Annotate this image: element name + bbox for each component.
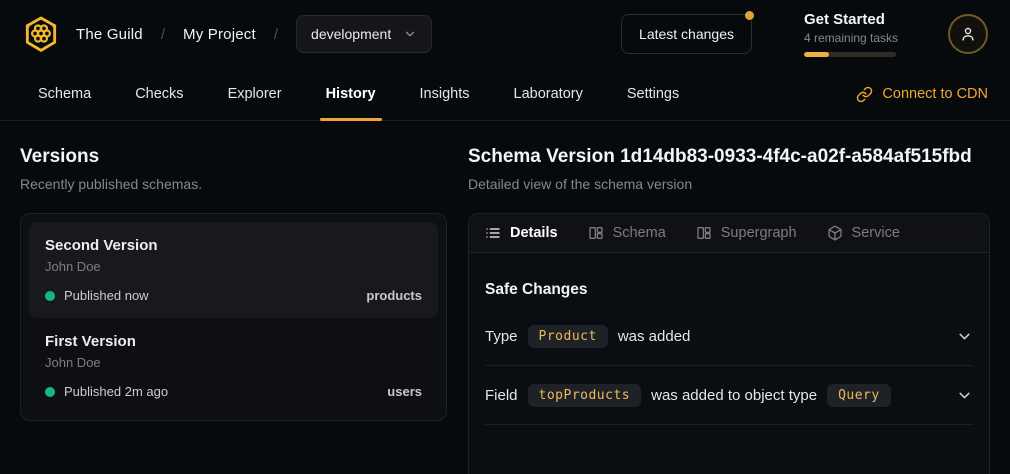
change-row[interactable]: Type Product was added — [485, 307, 973, 366]
main-content: Versions Recently published schemas. Sec… — [0, 121, 1010, 474]
link-icon — [856, 86, 873, 103]
published-status-text: Published now — [64, 288, 149, 303]
versions-panel: Versions Recently published schemas. Sec… — [20, 121, 447, 474]
detail-tab-supergraph[interactable]: Supergraph — [696, 225, 797, 241]
detail-tab-label: Service — [852, 225, 900, 241]
version-meta-row: Published now products — [45, 288, 422, 303]
tab-laboratory[interactable]: Laboratory — [498, 68, 599, 120]
version-author: John Doe — [45, 355, 422, 370]
breadcrumb-project[interactable]: My Project — [183, 26, 256, 43]
breadcrumb-org[interactable]: The Guild — [76, 26, 143, 43]
version-author: John Doe — [45, 259, 422, 274]
change-code: Query — [827, 384, 891, 407]
hive-logo-icon[interactable] — [22, 15, 60, 53]
change-code: topProducts — [528, 384, 642, 407]
change-prefix: Field — [485, 387, 518, 404]
get-started-subtitle: 4 remaining tasks — [804, 31, 896, 45]
top-header: The Guild / My Project / development Lat… — [0, 0, 1010, 68]
tab-label: Laboratory — [514, 86, 583, 102]
detail-tab-label: Details — [510, 225, 558, 241]
person-icon — [959, 25, 977, 43]
cube-icon — [827, 225, 843, 241]
chevron-down-icon — [403, 27, 417, 41]
published-status-text: Published 2m ago — [64, 384, 168, 399]
notification-dot — [745, 11, 754, 20]
detail-body: Safe Changes Type Product was added Fiel… — [469, 253, 989, 425]
versions-list: Second Version John Doe Published now pr… — [20, 213, 447, 421]
tab-history[interactable]: History — [310, 68, 392, 120]
tab-label: History — [326, 86, 376, 102]
get-started-progressbar — [804, 52, 896, 57]
versions-subtitle: Recently published schemas. — [20, 176, 447, 192]
tab-label: Schema — [38, 86, 91, 102]
change-suffix: was added — [618, 328, 691, 345]
user-avatar[interactable] — [948, 14, 988, 54]
target-dropdown-value: development — [311, 26, 391, 42]
latest-changes-button[interactable]: Latest changes — [621, 14, 752, 54]
primary-navbar: Schema Checks Explorer History Insights … — [0, 68, 1010, 121]
detail-tabs: Details Schema — [469, 214, 989, 253]
version-list-item[interactable]: Second Version John Doe Published now pr… — [29, 222, 438, 318]
breadcrumb-separator: / — [272, 26, 280, 43]
nav-tabs: Schema Checks Explorer History Insights … — [22, 68, 695, 120]
version-list-item[interactable]: First Version John Doe Published 2m ago … — [29, 318, 438, 414]
tab-label: Settings — [627, 86, 679, 102]
versions-title: Versions — [20, 146, 447, 168]
service-name: products — [366, 288, 422, 303]
columns-icon — [696, 225, 712, 241]
change-row[interactable]: Field topProducts was added to object ty… — [485, 366, 973, 425]
breadcrumb-separator: / — [159, 26, 167, 43]
header-right-cluster: Latest changes Get Started 4 remaining t… — [621, 11, 988, 57]
published-status-dot — [45, 291, 55, 301]
tab-settings[interactable]: Settings — [611, 68, 695, 120]
change-prefix: Type — [485, 328, 518, 345]
detail-tab-label: Schema — [613, 225, 666, 241]
version-detail-panel: Schema Version 1d14db83-0933-4f4c-a02f-a… — [468, 121, 990, 474]
list-icon — [485, 225, 501, 241]
get-started-title: Get Started — [804, 11, 896, 28]
target-dropdown[interactable]: development — [296, 15, 432, 53]
detail-tab-service[interactable]: Service — [827, 225, 900, 241]
detail-card: Details Schema — [468, 213, 990, 474]
connect-to-cdn-label: Connect to CDN — [882, 86, 988, 102]
version-name: First Version — [45, 333, 422, 350]
published-status-dot — [45, 387, 55, 397]
tab-explorer[interactable]: Explorer — [212, 68, 298, 120]
detail-tab-details[interactable]: Details — [485, 225, 558, 241]
detail-title: Schema Version 1d14db83-0933-4f4c-a02f-a… — [468, 146, 990, 168]
get-started-widget[interactable]: Get Started 4 remaining tasks — [804, 11, 896, 57]
safe-changes-title: Safe Changes — [485, 281, 973, 299]
tab-label: Insights — [420, 86, 470, 102]
version-meta-row: Published 2m ago users — [45, 384, 422, 399]
detail-tab-schema[interactable]: Schema — [588, 225, 666, 241]
change-middle: was added to object type — [651, 387, 817, 404]
connect-to-cdn-link[interactable]: Connect to CDN — [856, 68, 988, 120]
tab-label: Explorer — [228, 86, 282, 102]
version-name: Second Version — [45, 237, 422, 254]
detail-subtitle: Detailed view of the schema version — [468, 176, 990, 192]
tab-schema[interactable]: Schema — [22, 68, 107, 120]
detail-tab-label: Supergraph — [721, 225, 797, 241]
latest-changes-label: Latest changes — [639, 26, 734, 42]
chevron-down-icon[interactable] — [956, 328, 973, 345]
tab-label: Checks — [135, 86, 183, 102]
chevron-down-icon[interactable] — [956, 387, 973, 404]
service-name: users — [387, 384, 422, 399]
columns-icon — [588, 225, 604, 241]
tab-checks[interactable]: Checks — [119, 68, 199, 120]
app: The Guild / My Project / development Lat… — [0, 0, 1010, 474]
tab-insights[interactable]: Insights — [404, 68, 486, 120]
change-code: Product — [528, 325, 608, 348]
progress-fill — [804, 52, 829, 57]
